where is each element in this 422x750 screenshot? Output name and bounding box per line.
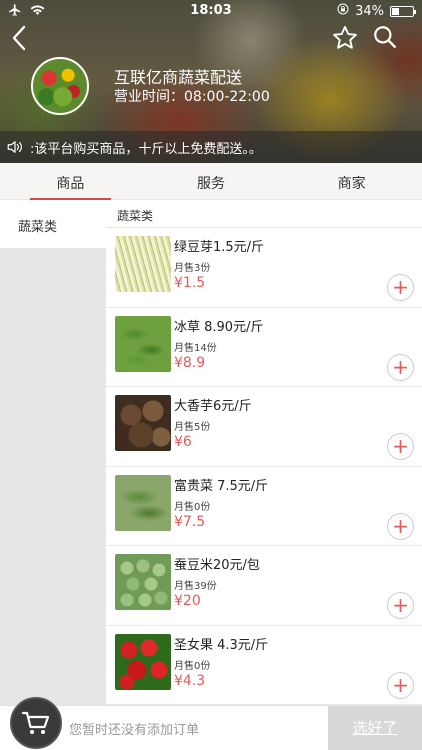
back-button[interactable] xyxy=(8,24,32,52)
shop-header: 18:03 34% 互联亿商蔬菜配送 营业时间：08:00-22:00 :该平台… xyxy=(0,0,422,163)
product-price: ¥7.5 xyxy=(174,513,206,530)
product-price: ¥20 xyxy=(174,593,201,609)
battery-percent: 34% xyxy=(355,3,384,19)
shop-name: 互联亿商蔬菜配送 xyxy=(114,68,243,87)
favorite-button[interactable] xyxy=(331,24,359,52)
rotation-lock-icon xyxy=(337,3,349,19)
cart-bar: 您暂时还没有添加订单 选好了 xyxy=(0,705,422,750)
battery-level xyxy=(392,7,399,15)
product-image xyxy=(115,236,171,292)
add-to-cart-button[interactable]: + xyxy=(387,512,414,540)
search-button[interactable] xyxy=(372,24,400,52)
tab-merchant[interactable]: 商家 xyxy=(281,163,422,199)
tab-products[interactable]: 商品 xyxy=(0,163,141,200)
product-price: ¥8.9 xyxy=(174,354,206,371)
add-to-cart-button[interactable]: + xyxy=(387,592,414,619)
product-name: 圣女果 4.3元/斤 xyxy=(174,637,269,653)
product-name: 蚕豆米20元/包 xyxy=(174,558,260,573)
product-sold: 月售5份 xyxy=(174,422,211,433)
product-price: ¥6 xyxy=(174,434,192,450)
list-item[interactable]: 圣女果 4.3元/斤 月售0份 ¥4.3 + xyxy=(106,626,422,705)
product-name: 富贵菜 7.5元/斤 xyxy=(174,478,269,494)
checkout-button[interactable]: 选好了 xyxy=(328,706,422,750)
product-sold: 月售3份 xyxy=(174,263,211,274)
notice-text: :该平台购买商品，十斤以上免费配送。。 xyxy=(30,141,262,157)
shop-logo xyxy=(31,57,89,115)
tab-bar: 商品 服务 商家 xyxy=(0,163,422,200)
list-item[interactable]: 绿豆芽1.5元/斤 月售3份 ¥1.5 + xyxy=(106,228,422,308)
product-image xyxy=(115,395,171,451)
list-item[interactable]: 大香芋6元/斤 月售5份 ¥6 + xyxy=(106,387,422,467)
product-name: 冰草 8.90元/斤 xyxy=(174,319,264,335)
product-sold: 月售0份 xyxy=(174,660,211,672)
product-image xyxy=(115,474,171,531)
product-name: 绿豆芽1.5元/斤 xyxy=(174,240,265,255)
category-item-vegetables[interactable]: 蔬菜类 xyxy=(0,200,106,248)
cart-icon xyxy=(21,711,50,734)
search-icon xyxy=(374,26,396,48)
add-to-cart-button[interactable]: + xyxy=(387,433,414,460)
back-icon xyxy=(12,25,26,51)
list-item[interactable]: 冰草 8.90元/斤 月售14份 ¥8.9 + xyxy=(106,308,422,387)
product-image xyxy=(115,554,171,610)
product-price: ¥1.5 xyxy=(174,275,206,291)
cart-button[interactable] xyxy=(10,697,62,749)
notice-bar: :该平台购买商品，十斤以上免费配送。。 xyxy=(0,131,422,163)
product-sold: 月售39份 xyxy=(174,581,217,592)
list-item[interactable]: 蚕豆米20元/包 月售39份 ¥20 + xyxy=(106,546,422,626)
cart-empty-text: 您暂时还没有添加订单 xyxy=(69,723,200,738)
product-name: 大香芋6元/斤 xyxy=(174,399,252,414)
section-title: 蔬菜类 xyxy=(106,200,422,228)
battery-icon xyxy=(390,5,416,17)
list-item[interactable]: 富贵菜 7.5元/斤 月售0份 ¥7.5 + xyxy=(106,467,422,546)
product-list[interactable]: 蔬菜类 绿豆芽1.5元/斤 月售3份 ¥1.5 + 冰草 8.90元/斤 月售1… xyxy=(106,200,422,705)
star-icon xyxy=(333,25,357,49)
add-to-cart-button[interactable]: + xyxy=(387,353,414,381)
product-image xyxy=(115,633,171,690)
speaker-icon xyxy=(0,131,30,163)
product-sold: 月售14份 xyxy=(174,342,217,354)
add-to-cart-button[interactable]: + xyxy=(387,274,414,301)
category-sidebar: 蔬菜类 xyxy=(0,200,106,705)
product-image xyxy=(115,315,171,372)
product-sold: 月售0份 xyxy=(174,501,211,513)
status-bar: 18:03 34% xyxy=(0,0,422,22)
shop-hours: 营业时间：08:00-22:00 xyxy=(114,89,270,105)
tab-service[interactable]: 服务 xyxy=(141,163,282,199)
product-price: ¥4.3 xyxy=(174,672,206,689)
add-to-cart-button[interactable]: + xyxy=(387,671,414,699)
